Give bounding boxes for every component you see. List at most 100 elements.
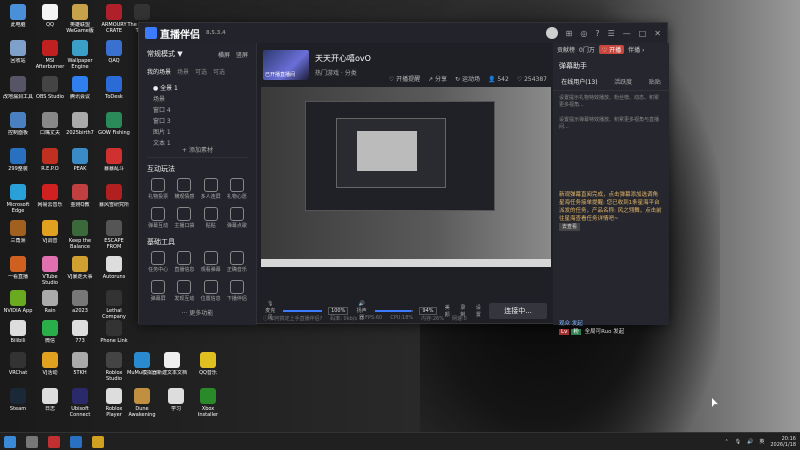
desktop-icon[interactable]: 三角洲 bbox=[2, 220, 34, 256]
scene-tab[interactable]: 可选 bbox=[195, 67, 207, 76]
scene-item[interactable]: 窗口 3 bbox=[147, 115, 248, 126]
titlebar-button[interactable]: ⊞ bbox=[566, 29, 573, 38]
desktop-icon[interactable]: VJ暴走大事 bbox=[64, 256, 96, 292]
desktop-icon[interactable]: 学习 bbox=[160, 388, 192, 424]
room-category[interactable]: 热门游戏 · 分类 bbox=[315, 68, 371, 77]
desktop-icon[interactable]: 微信 bbox=[34, 320, 66, 356]
desktop-icon[interactable]: 新建文本文档 bbox=[156, 352, 188, 388]
desktop-icon[interactable]: 日志 bbox=[34, 388, 66, 424]
scene-tab[interactable]: 我的场景 bbox=[147, 67, 171, 76]
desktop-icon[interactable]: 暴暴乱斗 bbox=[98, 148, 130, 184]
titlebar-button[interactable]: ☰ bbox=[608, 29, 615, 38]
titlebar-button[interactable]: ? bbox=[595, 29, 599, 38]
basic-tool[interactable]: 任务中心 bbox=[145, 249, 171, 275]
mode-action[interactable]: 竖屏 bbox=[236, 50, 248, 59]
more-functions-button[interactable]: ··· 更多功能 bbox=[139, 304, 256, 317]
titlebar-button[interactable]: ◎ bbox=[580, 29, 587, 38]
right-top-item[interactable]: 贡献榜 bbox=[557, 45, 575, 54]
desktop-icon[interactable]: OBS Studio bbox=[34, 76, 66, 112]
desktop-icon[interactable]: 299整装 bbox=[2, 148, 34, 184]
titlebar-button[interactable]: □ bbox=[639, 29, 647, 38]
basic-tool[interactable]: 观看弹幕 bbox=[198, 249, 224, 275]
desktop-icon[interactable]: 英雄联盟WeGame版 bbox=[64, 4, 96, 40]
room-action[interactable]: ♡ 开播提醒 bbox=[389, 74, 420, 83]
taskbar-app-icon[interactable] bbox=[92, 435, 104, 448]
desktop-icon[interactable]: Microsoft Edge bbox=[2, 184, 34, 220]
desktop-icon[interactable]: ToDesk bbox=[98, 76, 130, 112]
titlebar-button[interactable]: ✕ bbox=[654, 29, 661, 38]
mode-action[interactable]: 横屏 bbox=[218, 50, 230, 59]
desktop-icon[interactable]: Phone Link bbox=[98, 320, 130, 356]
right-tab[interactable]: 在线用户(13) bbox=[561, 77, 597, 86]
desktop-icon[interactable]: 此电脑 bbox=[2, 4, 34, 40]
right-tab[interactable]: 活跃度 bbox=[614, 77, 632, 86]
scene-item[interactable]: 图片 1 bbox=[147, 126, 248, 137]
right-top-item[interactable]: 伴播 › bbox=[628, 45, 644, 54]
desktop-icon[interactable]: VRChat bbox=[2, 352, 34, 388]
interact-tool[interactable]: 礼物心愿 bbox=[224, 176, 250, 202]
view-task-button[interactable]: 去查看 bbox=[559, 223, 581, 231]
scene-item[interactable]: 场景 bbox=[147, 93, 248, 104]
desktop-icon[interactable]: 一看直播 bbox=[2, 256, 34, 292]
desktop-icon[interactable]: Wallpaper Engine bbox=[64, 40, 96, 76]
mode-select[interactable]: 常规模式 ▼ bbox=[147, 49, 183, 59]
basic-tool[interactable]: 下播伴侣 bbox=[224, 278, 250, 304]
scene-item[interactable]: 窗口 4 bbox=[147, 104, 248, 115]
interact-tool[interactable]: 礼物投票 bbox=[145, 176, 171, 202]
desktop-icon[interactable]: VJ活动 bbox=[34, 352, 66, 388]
titlebar-button[interactable]: — bbox=[623, 29, 631, 38]
desktop-icon[interactable]: Bilibili bbox=[2, 320, 34, 356]
desktop-icon[interactable]: QQ音乐 bbox=[192, 352, 224, 388]
basic-tool[interactable]: 弹幕屏 bbox=[145, 278, 171, 304]
desktop-icon[interactable]: Ubisoft Connect bbox=[64, 388, 96, 424]
interact-tool[interactable]: 横观情感 bbox=[171, 176, 197, 202]
interact-tool[interactable]: 主播口袋 bbox=[171, 205, 197, 231]
interact-tool[interactable]: 弹幕点歌 bbox=[224, 205, 250, 231]
desktop-icon[interactable]: MuMu模拟器 bbox=[126, 352, 158, 388]
interact-tool[interactable]: 贴贴 bbox=[198, 205, 224, 231]
input-language[interactable]: 英 bbox=[759, 438, 764, 445]
desktop-icon[interactable]: 口嘴丈夫 bbox=[34, 112, 66, 148]
taskbar-app-icon[interactable] bbox=[4, 435, 16, 448]
desktop-icon[interactable]: Dune Awakening bbox=[126, 388, 158, 424]
desktop-icon[interactable]: QAQ bbox=[98, 40, 130, 76]
right-top-item[interactable]: 0门万 bbox=[579, 45, 595, 54]
desktop-icon[interactable]: 5TKH bbox=[64, 352, 96, 388]
scene-tab[interactable]: 可选 bbox=[213, 67, 225, 76]
desktop-icon[interactable]: Xbox Installer bbox=[192, 388, 224, 424]
desktop-icon[interactable]: VTube Studio bbox=[34, 256, 66, 292]
desktop-icon[interactable]: Keep the Balance bbox=[64, 220, 96, 256]
speaker-tray-icon[interactable]: 🔊 bbox=[747, 439, 753, 445]
mic-tray-icon[interactable]: 🎙 bbox=[735, 439, 741, 445]
desktop-icon[interactable]: 改地漏洞工具 bbox=[2, 76, 34, 112]
room-thumbnail[interactable]: 已开播直播间 bbox=[263, 50, 309, 80]
basic-tool[interactable]: 发现互动 bbox=[171, 278, 197, 304]
desktop-icon[interactable]: MSI Afterburner bbox=[34, 40, 66, 76]
taskbar-app-icon[interactable] bbox=[70, 435, 82, 448]
desktop-icon[interactable]: PEAK bbox=[64, 148, 96, 184]
interact-tool[interactable]: 多人连屏 bbox=[198, 176, 224, 202]
basic-tool[interactable]: 直播信息 bbox=[171, 249, 197, 275]
taskbar-app-icon[interactable] bbox=[26, 435, 38, 448]
desktop-icon[interactable]: 2025birth7 bbox=[64, 112, 96, 148]
taskbar-app-icon[interactable] bbox=[48, 435, 60, 448]
desktop-icon[interactable]: 控制面板 bbox=[2, 112, 34, 148]
clock[interactable]: 20:16 2026/1/18 bbox=[770, 436, 796, 448]
desktop-icon[interactable]: VJ调音 bbox=[34, 220, 66, 256]
avatar[interactable] bbox=[545, 27, 558, 39]
scene-tab[interactable]: 场景 bbox=[177, 67, 189, 76]
basic-tool[interactable]: 位置信息 bbox=[198, 278, 224, 304]
chevron-up-icon[interactable]: ⌃ bbox=[725, 439, 729, 445]
desktop-icon[interactable]: Steam bbox=[2, 388, 34, 424]
right-tab[interactable]: 贴贴 bbox=[649, 77, 661, 86]
chat-user[interactable]: 观众 发起 bbox=[559, 321, 583, 327]
basic-tool[interactable]: 正确音乐 bbox=[224, 249, 250, 275]
room-action[interactable]: ↗ 分享 bbox=[428, 74, 447, 83]
desktop-icon[interactable]: Autoruns bbox=[98, 256, 130, 292]
desktop-icon[interactable]: 金刚Q教 bbox=[64, 184, 96, 220]
desktop-icon[interactable]: R.E.P.O bbox=[34, 148, 66, 184]
desktop-icon[interactable]: 腾讯会议 bbox=[64, 76, 96, 112]
desktop-icon[interactable]: 回收站 bbox=[2, 40, 34, 76]
stream-preview[interactable] bbox=[261, 87, 551, 267]
interact-tool[interactable]: 弹幕互动 bbox=[145, 205, 171, 231]
